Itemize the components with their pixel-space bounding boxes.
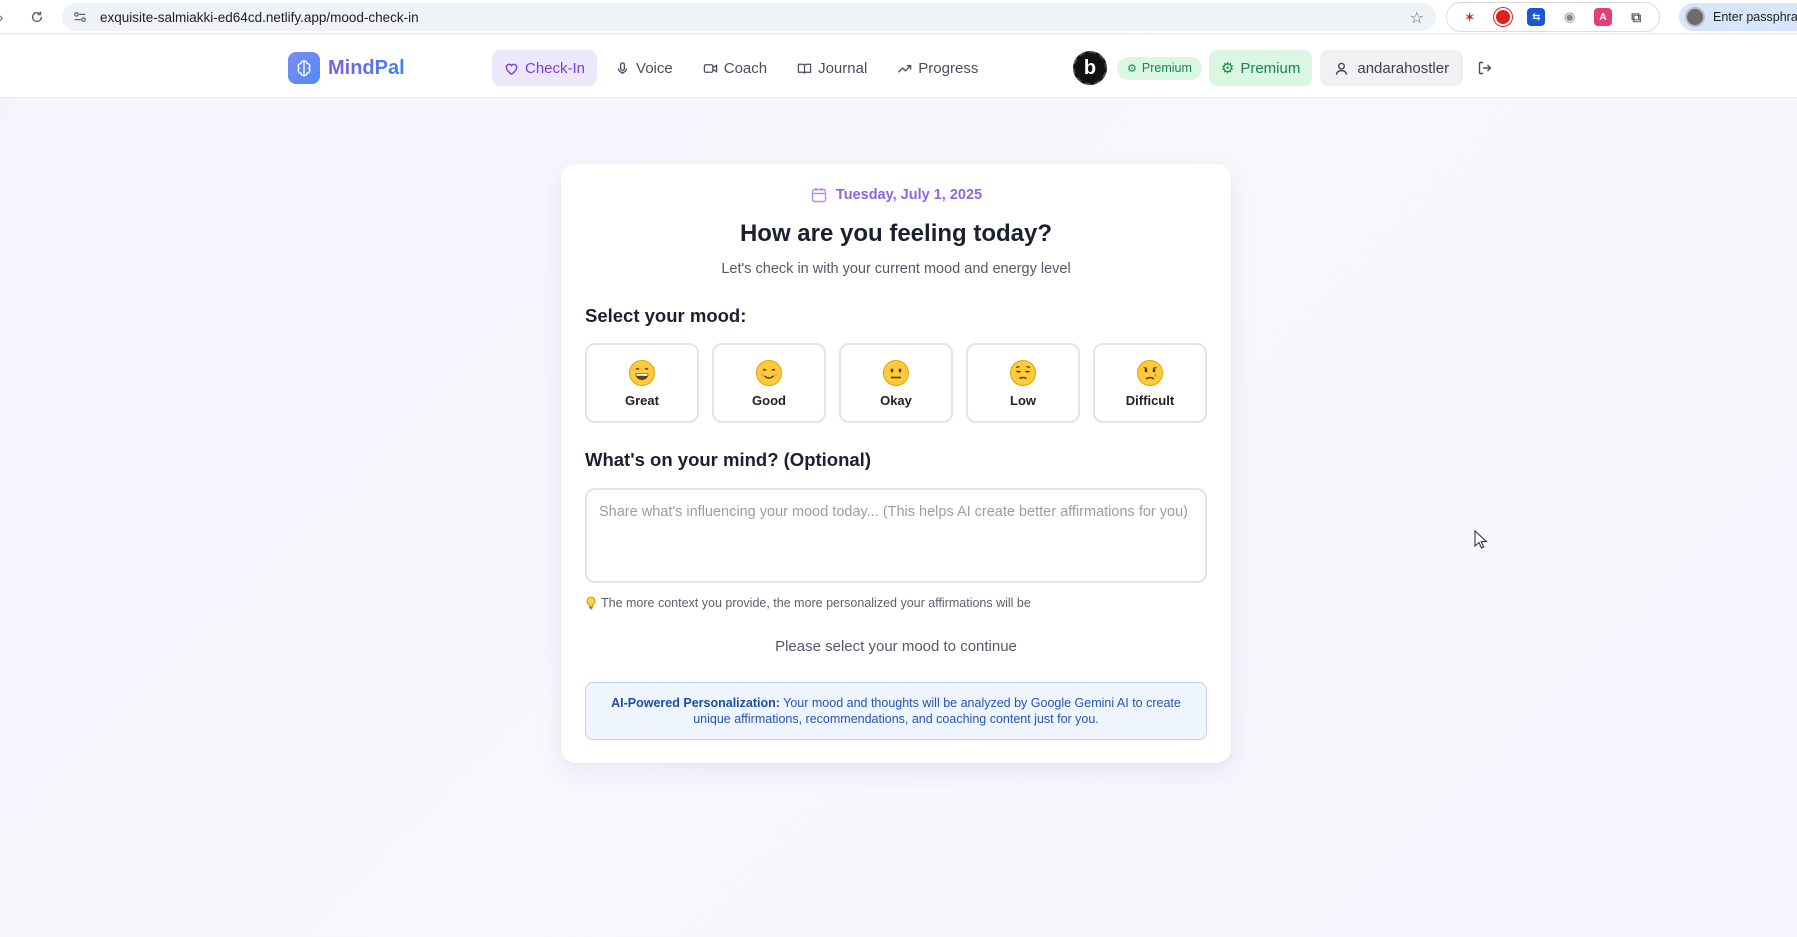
profile-avatar bbox=[1685, 7, 1705, 27]
browser-toolbar: › exquisite-salmiakki-ed64cd.netlify.app… bbox=[0, 0, 1797, 34]
mood-check-in-card: Tuesday, July 1, 2025 How are you feelin… bbox=[561, 164, 1231, 763]
mind-textarea[interactable] bbox=[585, 488, 1207, 583]
settings-gear-icon: ⚙ bbox=[1220, 60, 1235, 77]
page-title: How are you feeling today? bbox=[739, 220, 1053, 247]
profile-label: Enter passphrase bbox=[1713, 10, 1797, 24]
premium-button-label: Premium bbox=[1240, 59, 1301, 77]
nav-voice[interactable]: Voice bbox=[603, 50, 685, 86]
nav-voice-label: Voice bbox=[636, 59, 673, 77]
site-info-icon[interactable] bbox=[66, 3, 94, 31]
premium-badge-label: Premium bbox=[1141, 61, 1192, 75]
nav-progress-label: Progress bbox=[918, 59, 979, 77]
address-bar[interactable]: exquisite-salmiakki-ed64cd.netlify.app/m… bbox=[62, 3, 1436, 31]
lightbulb-icon bbox=[586, 596, 596, 610]
calendar-icon bbox=[811, 188, 827, 203]
extension-dictionary-icon[interactable]: A bbox=[1593, 8, 1612, 26]
brand-logo[interactable]: MindPal bbox=[288, 52, 405, 84]
mood-option-okay[interactable]: Okay bbox=[839, 343, 953, 423]
extension-camera-icon[interactable]: ◉ bbox=[1561, 8, 1579, 26]
app-header: MindPal Check-In Voice Coach Journal Pro… bbox=[0, 35, 1797, 98]
ai-notice-text: AI-Powered Personalization: Your mood an… bbox=[604, 695, 1188, 727]
nav-coach-label: Coach bbox=[723, 59, 768, 77]
mouse-cursor-icon bbox=[1474, 530, 1488, 549]
brain-icon bbox=[288, 52, 320, 84]
extension-translate-icon[interactable]: ⇆ bbox=[1527, 8, 1546, 26]
pensive-face-icon bbox=[1010, 359, 1036, 386]
reload-icon[interactable] bbox=[23, 3, 51, 31]
book-icon bbox=[797, 63, 812, 74]
premium-button[interactable]: ⚙ Premium bbox=[1208, 50, 1313, 86]
user-icon bbox=[1336, 62, 1348, 75]
mood-label-okay: Okay bbox=[880, 392, 912, 408]
current-date: Tuesday, July 1, 2025 bbox=[835, 187, 983, 203]
nav-journal[interactable]: Journal bbox=[785, 50, 879, 86]
nav-progress[interactable]: Progress bbox=[885, 50, 990, 86]
extensions-puzzle-icon[interactable]: ⧉ bbox=[1627, 8, 1645, 26]
bookmark-star-icon[interactable]: ☆ bbox=[1410, 8, 1424, 28]
forward-icon[interactable]: › bbox=[0, 3, 6, 31]
mood-option-difficult[interactable]: Difficult bbox=[1093, 343, 1207, 423]
ai-personalization-notice: AI-Powered Personalization: Your mood an… bbox=[585, 682, 1207, 740]
profile-chip[interactable]: Enter passphrase bbox=[1679, 3, 1797, 31]
mood-option-good[interactable]: Good bbox=[712, 343, 826, 423]
premium-status-badge: ⚙ Premium bbox=[1117, 56, 1202, 80]
context-hint: The more context you provide, the more p… bbox=[585, 596, 1031, 610]
mood-label-difficult: Difficult bbox=[1125, 392, 1175, 408]
date-line: Tuesday, July 1, 2025 bbox=[561, 186, 1231, 204]
username: andarahostler bbox=[1357, 59, 1450, 77]
logout-icon[interactable] bbox=[1477, 58, 1497, 78]
nav-coach[interactable]: Coach bbox=[691, 50, 779, 86]
continue-status-text: Please select your mood to continue bbox=[775, 638, 1017, 655]
mood-label-good: Good bbox=[752, 392, 786, 408]
nav-journal-label: Journal bbox=[818, 59, 868, 77]
mood-options: Great Good Okay Low Difficult bbox=[585, 343, 1207, 423]
extension-bird-icon[interactable]: ✶ bbox=[1461, 8, 1479, 26]
mic-icon bbox=[617, 61, 628, 74]
url-text[interactable]: exquisite-salmiakki-ed64cd.netlify.app/m… bbox=[100, 10, 419, 25]
mood-option-low[interactable]: Low bbox=[966, 343, 1080, 423]
mind-heading: What's on your mind? (Optional) bbox=[585, 449, 871, 470]
crying-face-icon bbox=[1137, 359, 1163, 386]
heart-icon bbox=[505, 63, 518, 75]
nav-check-in[interactable]: Check-In bbox=[492, 50, 598, 86]
context-hint-text: The more context you provide, the more p… bbox=[601, 596, 1031, 610]
extensions-group: ✶ ⇆ ◉ A ⧉ bbox=[1446, 2, 1660, 32]
grinning-face-icon bbox=[629, 359, 655, 386]
brand-name: MindPal bbox=[328, 56, 405, 79]
gear-icon: ⚙ bbox=[1127, 62, 1137, 75]
trending-up-icon bbox=[898, 64, 912, 73]
header-actions: b ⚙ Premium ⚙ Premium andarahostler bbox=[1073, 50, 1497, 86]
user-menu-button[interactable]: andarahostler bbox=[1320, 50, 1464, 86]
nav-check-in-label: Check-In bbox=[525, 59, 586, 77]
mood-label-low: Low bbox=[1010, 392, 1036, 408]
ai-notice-title: AI-Powered Personalization: bbox=[611, 696, 780, 710]
mood-label-great: Great bbox=[625, 392, 659, 408]
neutral-face-icon bbox=[883, 359, 909, 386]
page-subtitle: Let's check in with your current mood an… bbox=[721, 261, 1071, 277]
mood-heading: Select your mood: bbox=[585, 305, 747, 326]
smiling-face-icon bbox=[756, 359, 782, 386]
mood-option-great[interactable]: Great bbox=[585, 343, 699, 423]
extension-record-icon[interactable] bbox=[1493, 8, 1512, 26]
main-nav: Check-In Voice Coach Journal Progress bbox=[492, 50, 990, 86]
bolt-badge-icon[interactable]: b bbox=[1073, 51, 1107, 85]
video-icon bbox=[703, 63, 717, 73]
